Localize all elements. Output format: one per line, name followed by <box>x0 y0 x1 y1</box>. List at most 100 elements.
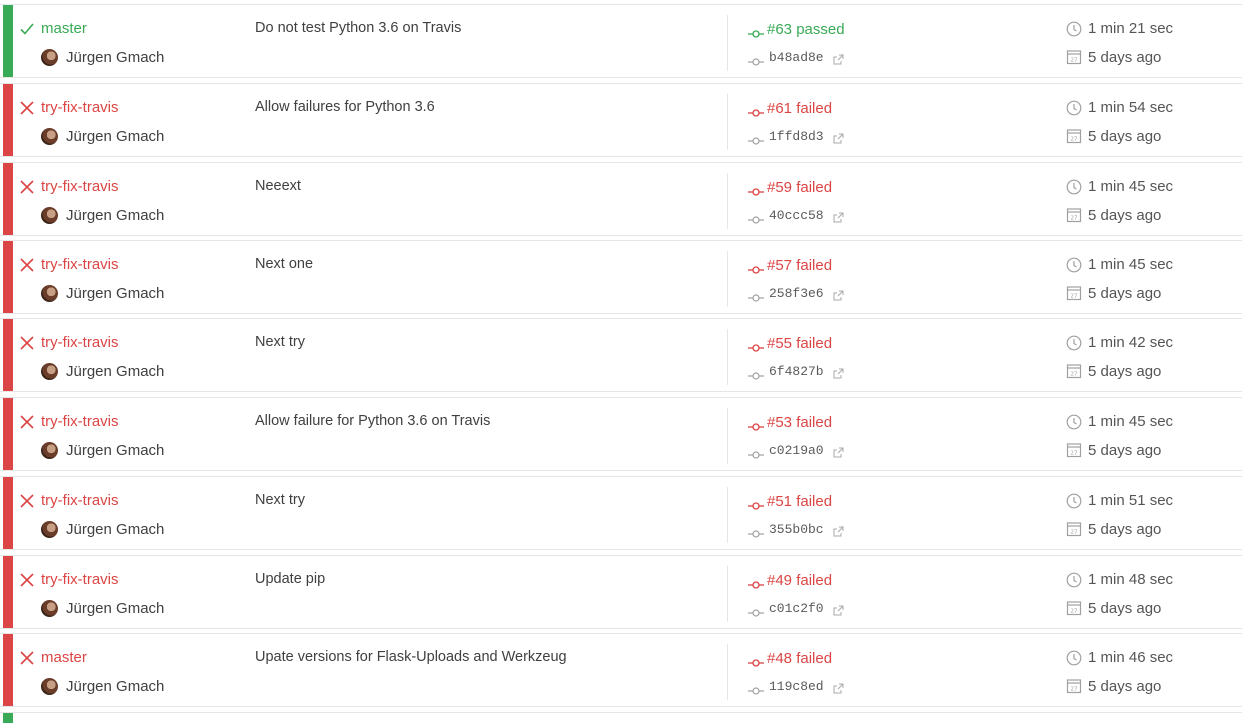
build-row[interactable]: try-fix-travis Jürgen Gmach Next try #55 fa… <box>0 318 1242 392</box>
commit-message[interactable]: Update pip <box>255 571 325 587</box>
commit-icon <box>748 211 764 224</box>
branch-link[interactable]: try-fix-travis <box>41 571 119 588</box>
external-link-icon[interactable] <box>833 681 844 694</box>
svg-text:27: 27 <box>1071 137 1078 143</box>
build-icon <box>748 183 764 196</box>
branch-link[interactable]: try-fix-travis <box>41 256 119 273</box>
branch-link[interactable]: master <box>41 20 87 37</box>
calendar-icon: 27 <box>1066 207 1082 223</box>
avatar <box>41 207 58 224</box>
commit-sha-link[interactable]: 6f4827b <box>769 364 824 379</box>
build-row[interactable]: try-fix-travis Jürgen Gmach Allow failure … <box>0 397 1242 471</box>
commit-message[interactable]: Allow failure for Python 3.6 on Travis <box>255 413 490 429</box>
clock-icon <box>1066 414 1082 430</box>
column-divider <box>727 487 728 543</box>
commit-author: Jürgen Gmach <box>66 207 165 224</box>
commit-message[interactable]: Neeext <box>255 178 301 194</box>
build-icon <box>748 104 764 117</box>
build-row[interactable]: master Jürgen Gmach Do not test Python 3.6… <box>0 4 1242 78</box>
build-row[interactable]: try-fix-travis Jürgen Gmach Next try #51 fa… <box>0 476 1242 550</box>
build-icon <box>748 576 764 589</box>
branch-link[interactable]: try-fix-travis <box>41 413 119 430</box>
branch-link[interactable]: try-fix-travis <box>41 178 119 195</box>
avatar <box>41 49 58 66</box>
column-divider <box>727 94 728 150</box>
external-link-icon[interactable] <box>833 524 844 537</box>
svg-text:27: 27 <box>1071 58 1078 64</box>
build-number-link[interactable]: #55 failed <box>767 335 832 352</box>
finished-at: 5 days ago <box>1088 49 1162 66</box>
svg-text:27: 27 <box>1071 216 1078 222</box>
clock-icon <box>1066 493 1082 509</box>
branch-link[interactable]: try-fix-travis <box>41 492 119 509</box>
calendar-icon: 27 <box>1066 600 1082 616</box>
build-number-link[interactable]: #49 failed <box>767 572 832 589</box>
build-number-link[interactable]: #51 failed <box>767 493 832 510</box>
build-duration: 1 min 51 sec <box>1088 492 1174 509</box>
external-link-icon[interactable] <box>833 210 844 223</box>
external-link-icon[interactable] <box>833 445 844 458</box>
build-row[interactable]: try-fix-travis Jürgen Gmach Allow failures… <box>0 83 1242 157</box>
finished-at: 5 days ago <box>1088 363 1162 380</box>
build-number-link[interactable]: #53 failed <box>767 414 832 431</box>
build-icon <box>748 497 764 510</box>
commit-message[interactable]: Upate versions for Flask-Uploads and Wer… <box>255 649 567 665</box>
build-icon <box>748 654 764 667</box>
svg-text:27: 27 <box>1071 687 1078 693</box>
build-number-link[interactable]: #48 failed <box>767 650 832 667</box>
build-icon <box>748 339 764 352</box>
column-divider <box>727 251 728 307</box>
commit-sha-link[interactable]: 1ffd8d3 <box>769 129 824 144</box>
build-duration: 1 min 45 sec <box>1088 413 1174 430</box>
external-link-icon[interactable] <box>833 131 844 144</box>
finished-at: 5 days ago <box>1088 678 1162 695</box>
svg-text:27: 27 <box>1071 451 1078 457</box>
column-divider <box>727 173 728 229</box>
build-duration: 1 min 45 sec <box>1088 256 1174 273</box>
commit-sha-link[interactable]: c01c2f0 <box>769 601 824 616</box>
commit-message[interactable]: Do not test Python 3.6 on Travis <box>255 20 461 36</box>
commit-sha-link[interactable]: c0219a0 <box>769 443 824 458</box>
branch-link[interactable]: master <box>41 649 87 666</box>
commit-sha-link[interactable]: b48ad8e <box>769 50 824 65</box>
commit-author: Jürgen Gmach <box>66 678 165 695</box>
branch-link[interactable]: try-fix-travis <box>41 334 119 351</box>
build-row[interactable]: try-fix-travis Jürgen Gmach Next one #57 fa… <box>0 240 1242 314</box>
commit-icon <box>748 446 764 459</box>
commit-message[interactable]: Allow failures for Python 3.6 <box>255 99 435 115</box>
avatar <box>41 678 58 695</box>
commit-author: Jürgen Gmach <box>66 363 165 380</box>
commit-sha-link[interactable]: 355b0bc <box>769 522 824 537</box>
external-link-icon[interactable] <box>833 603 844 616</box>
build-number-link[interactable]: #61 failed <box>767 100 832 117</box>
commit-message[interactable]: Next one <box>255 256 313 272</box>
commit-sha-link[interactable]: 119c8ed <box>769 679 824 694</box>
column-divider <box>727 15 728 71</box>
commit-message[interactable]: Next try <box>255 334 305 350</box>
external-link-icon[interactable] <box>833 52 844 65</box>
build-row[interactable]: try-fix-travis Jürgen Gmach Neeext #59 fail… <box>0 162 1242 236</box>
check-icon <box>19 21 35 37</box>
external-link-icon[interactable] <box>833 366 844 379</box>
clock-icon <box>1066 335 1082 351</box>
build-row[interactable]: master Jürgen Gmach Upate versions for Fla… <box>0 633 1242 707</box>
status-bar <box>3 84 13 156</box>
build-row[interactable]: try-fix-travis Jürgen Gmach Update pip #49 … <box>0 555 1242 629</box>
calendar-icon: 27 <box>1066 442 1082 458</box>
status-bar <box>3 556 13 628</box>
branch-link[interactable]: try-fix-travis <box>41 99 119 116</box>
external-link-icon[interactable] <box>833 288 844 301</box>
calendar-icon: 27 <box>1066 678 1082 694</box>
build-number-link[interactable]: #59 failed <box>767 179 832 196</box>
commit-sha-link[interactable]: 258f3e6 <box>769 286 824 301</box>
commit-icon <box>748 682 764 695</box>
commit-author: Jürgen Gmach <box>66 285 165 302</box>
build-number-link[interactable]: #63 passed <box>767 21 845 38</box>
commit-message[interactable]: Next try <box>255 492 305 508</box>
clock-icon <box>1066 572 1082 588</box>
commit-sha-link[interactable]: 40ccc58 <box>769 208 824 223</box>
calendar-icon: 27 <box>1066 285 1082 301</box>
build-number-link[interactable]: #57 failed <box>767 257 832 274</box>
svg-text:27: 27 <box>1071 372 1078 378</box>
finished-at: 5 days ago <box>1088 285 1162 302</box>
